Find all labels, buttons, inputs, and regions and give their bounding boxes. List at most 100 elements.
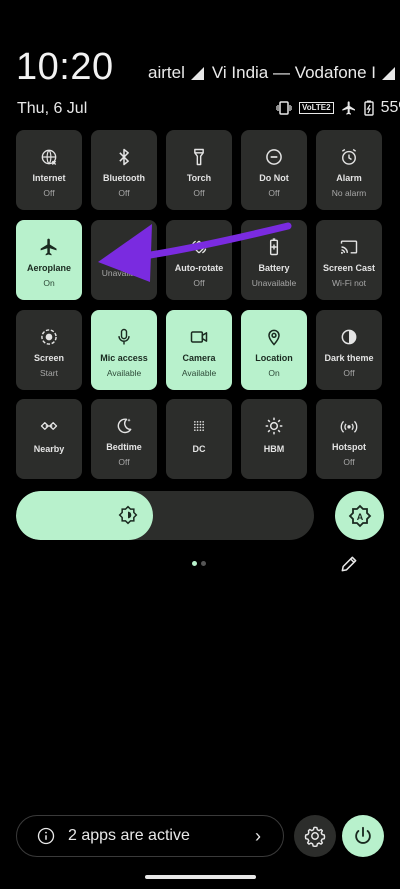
tile-state: Off [118,188,130,198]
active-apps-text: 2 apps are active [68,827,190,844]
tile-label: Screen Cast [322,263,376,273]
tile-state: Off [193,278,205,288]
tile-hbm[interactable]: HBM [241,399,307,479]
tile-label: Internet [32,173,66,183]
battery-charging-icon [363,100,374,116]
power-icon [355,826,371,844]
tile-label: Dark theme [324,353,374,363]
tile-torch[interactable]: Torch Off [166,130,232,210]
tile-nearby[interactable]: Nearby [16,399,82,479]
vibrate-icon [276,101,292,115]
camera-icon [188,326,210,348]
signal-2-icon [382,66,395,80]
tile-label: Camera [182,353,216,363]
power-button[interactable] [342,815,384,857]
tile-aeroplane[interactable]: Aeroplane On [16,220,82,300]
signal-1-icon [190,66,204,80]
torch-icon [188,146,210,168]
hotspot-hidden-icon [113,236,135,258]
cast-icon [338,236,360,258]
tile-state: Off [43,188,55,198]
tile-label: Bluetooth [103,173,145,183]
tile-state: Off [343,457,355,467]
tile-label: Bedtime [106,442,142,452]
tile-label: Hotspot [332,442,366,452]
tile-state: No alarm [331,188,367,198]
hotspot-icon [338,415,360,437]
tile-location[interactable]: Location On [241,310,307,390]
mic-icon [113,326,135,348]
tile-alarm[interactable]: Alarm No alarm [316,130,382,210]
bluetooth-icon [113,146,135,168]
tile-dark-theme[interactable]: Dark theme Off [316,310,382,390]
edit-pencil-icon[interactable] [339,554,359,574]
hbm-icon [263,415,285,437]
chevron-right-icon: › [255,825,261,846]
gear-icon [304,826,326,847]
tile-bluetooth[interactable]: Bluetooth Off [91,130,157,210]
battery-saver-icon [263,236,285,258]
dark-theme-icon [338,326,360,348]
tile-hotspot[interactable]: Hotspot Off [316,399,382,479]
tile-state: Available [181,368,217,378]
volte-icon: VoLTE2 [299,102,334,114]
nearby-icon [38,415,60,437]
tile-state: Unavailable [251,278,297,288]
tile-label: Screen [33,353,65,363]
alarm-icon [338,146,360,168]
tile-screen-cast[interactable]: Screen Cast Wi-Fi not [316,220,382,300]
settings-button[interactable] [294,815,336,857]
page-dot [201,561,206,566]
tile-state: On [43,278,55,288]
tile-label: Torch [186,173,212,183]
tile-label: Aeroplane [26,263,71,273]
tile-state: Wi-Fi not [332,278,366,288]
bedtime-icon [113,415,135,437]
dc-dimming-icon [188,415,210,437]
home-gesture-bar[interactable] [145,875,256,879]
tile-mic-access[interactable]: Mic access Available [91,310,157,390]
page-indicator [192,561,206,566]
auto-brightness-icon: A [348,504,371,527]
clock: 10:20 [16,46,114,88]
brightness-slider[interactable] [16,491,314,540]
tile-bedtime[interactable]: Bedtime Off [91,399,157,479]
carrier-1-name: airtel [148,63,185,82]
date: Thu, 6 Jul [17,100,88,117]
page-dot [192,561,197,566]
carrier-info: airtel Vi India — Vodafone I [148,63,397,83]
auto-brightness-button[interactable]: A [335,491,384,540]
info-icon [37,827,55,845]
battery-percentage: 55% [380,99,400,116]
tile-label: Do Not [259,173,289,183]
tile-state: On [268,368,280,378]
tile-label: Alarm [336,173,362,183]
tile-do-not[interactable]: Do Not Off [241,130,307,210]
tile-internet[interactable]: Internet Off [16,130,82,210]
tile-auto-rotate[interactable]: Auto-rotate Off [166,220,232,300]
tile-label: Location [255,353,293,363]
tile-state: Off [118,457,130,467]
globe-icon [38,146,60,168]
tile-state: Available [106,368,142,378]
tile-label: Battery [258,263,290,273]
rotate-icon [188,236,210,258]
active-apps-pill[interactable]: 2 apps are active › [16,815,284,857]
tile-dc[interactable]: DC [166,399,232,479]
tile-label: DC [192,444,206,454]
status-icons: VoLTE2 55% [276,99,400,117]
tile-hotspot-hidden[interactable]: Unavailable [91,220,157,300]
tile-battery[interactable]: Battery Unavailable [241,220,307,300]
tile-screen[interactable]: Screen Start [16,310,82,390]
screen-record-icon [38,326,60,348]
tile-label: Auto-rotate [174,263,224,273]
location-icon [263,326,285,348]
airplane-status-icon [341,101,355,115]
tile-state: Start [40,368,58,378]
tile-camera[interactable]: Camera Available [166,310,232,390]
brightness-icon [118,505,138,525]
tile-state: Unavailable [101,268,147,278]
airplane-icon [38,236,60,258]
tile-label: Mic access [100,353,148,363]
tile-state: Off [343,368,355,378]
